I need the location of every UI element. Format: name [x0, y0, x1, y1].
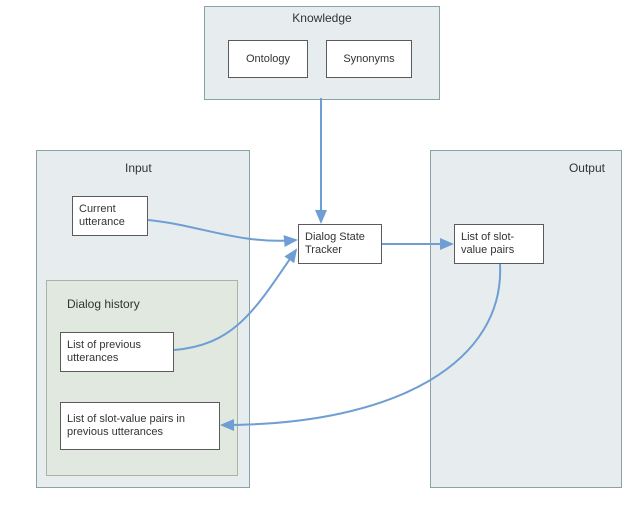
dialog-history-title: Dialog history [67, 297, 140, 311]
input-title: Input [125, 161, 152, 175]
current-utterance-node: Current utterance [72, 196, 148, 236]
dialog-state-tracker-node: Dialog State Tracker [298, 224, 382, 264]
prev-slot-values-node: List of slot-value pairs in previous utt… [60, 402, 220, 450]
diagram-canvas: Knowledge Ontology Synonyms Input Curren… [0, 0, 640, 518]
output-panel: Output [430, 150, 622, 488]
output-title: Output [569, 161, 605, 175]
knowledge-title: Knowledge [205, 11, 439, 25]
ontology-node: Ontology [228, 40, 308, 78]
output-slot-values-node: List of slot-value pairs [454, 224, 544, 264]
prev-utterances-node: List of previous utterances [60, 332, 174, 372]
synonyms-node: Synonyms [326, 40, 412, 78]
